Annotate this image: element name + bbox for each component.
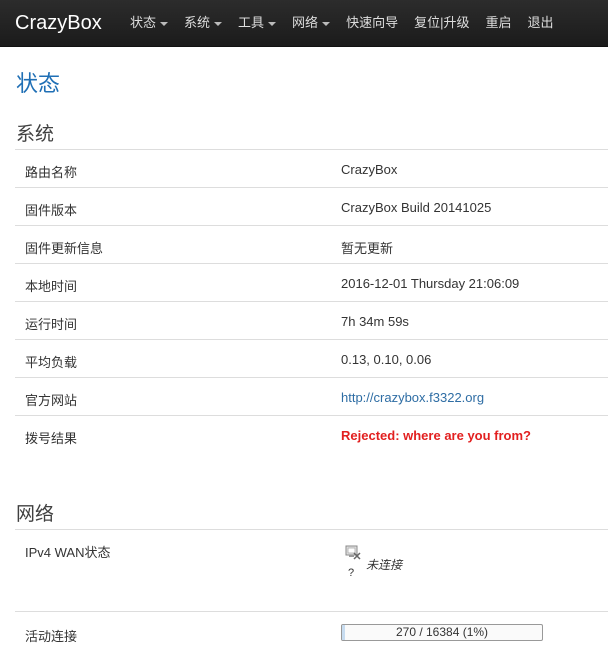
wan-icon-text: ? — [348, 567, 355, 579]
network-disconnected-icon — [345, 545, 361, 560]
row-label: 拨号结果 — [25, 431, 78, 446]
nav-item-network[interactable]: 网络 — [284, 0, 338, 46]
nav-item-system[interactable]: 系统 — [176, 0, 230, 46]
dial-result-alert: Rejected: where are you from? — [341, 428, 531, 443]
row-label: IPv4 WAN状态 — [25, 545, 111, 560]
nav-item-reset-upgrade[interactable]: 复位|升级 — [406, 0, 477, 46]
wan-status: 未连接 — [366, 558, 403, 572]
table-row: 固件版本 CrazyBox Build 20141025 — [15, 187, 608, 225]
row-value: 2016-12-01 Thursday 21:06:09 — [341, 276, 520, 291]
nav-item-reboot[interactable]: 重启 — [477, 0, 519, 46]
nav-item-logout[interactable]: 退出 — [519, 0, 561, 46]
caret-down-icon — [322, 21, 331, 26]
row-label: 路由名称 — [25, 165, 78, 180]
section-title-system: 系统 — [16, 124, 55, 145]
row-label: 官方网站 — [25, 393, 78, 408]
brand-logo[interactable]: CrazyBox — [15, 12, 102, 35]
caret-down-icon — [268, 21, 277, 26]
row-label: 活动连接 — [25, 629, 78, 644]
row-value: 暂无更新 — [341, 241, 394, 256]
table-row: 拨号结果 Rejected: where are you from? — [15, 415, 608, 453]
table-row: 活动连接 270 / 16384 (1%) — [15, 611, 608, 652]
row-label: 本地时间 — [25, 279, 78, 294]
row-value: CrazyBox — [341, 162, 398, 177]
table-row: 路由名称 CrazyBox — [15, 149, 608, 187]
table-row: 官方网站 http://crazybox.f3322.org — [15, 377, 608, 415]
nav-menu: 状态 系统 工具 网络 快速向导 复位|升级 重启 退出 — [122, 0, 562, 46]
table-row: 本地时间 2016-12-01 Thursday 21:06:09 — [15, 263, 608, 301]
caret-down-icon — [160, 21, 169, 26]
table-row: IPv4 WAN状态 ? 未连接 — [15, 529, 608, 611]
table-row: 运行时间 7h 34m 59s — [15, 301, 608, 339]
network-info-table: IPv4 WAN状态 ? 未连接 活动连接 270 / 16384 (1%) — [15, 529, 608, 652]
nav-item-tools[interactable]: 工具 — [230, 0, 284, 46]
table-row: 固件更新信息 暂无更新 — [15, 225, 608, 263]
active-connections-progress: 270 / 16384 (1%) — [341, 624, 543, 641]
row-value: 7h 34m 59s — [341, 314, 409, 329]
row-label: 固件更新信息 — [25, 241, 104, 256]
section-title-network: 网络 — [16, 504, 55, 525]
row-value: 0.13, 0.10, 0.06 — [341, 352, 432, 367]
nav-item-quick-wizard[interactable]: 快速向导 — [338, 0, 406, 46]
table-row: 平均负载 0.13, 0.10, 0.06 — [15, 339, 608, 377]
page-title: 状态 — [16, 71, 61, 96]
nav-item-status[interactable]: 状态 — [122, 0, 176, 46]
row-label: 固件版本 — [25, 203, 78, 218]
system-info-table: 路由名称 CrazyBox 固件版本 CrazyBox Build 201410… — [15, 149, 608, 453]
caret-down-icon — [214, 21, 223, 26]
row-label: 运行时间 — [25, 317, 78, 332]
navbar: CrazyBox 状态 系统 工具 网络 快速向导 复位|升级 重启 退出 — [0, 0, 608, 47]
official-website-link[interactable]: http://crazybox.f3322.org — [341, 390, 484, 405]
row-label: 平均负载 — [25, 355, 78, 370]
progress-text: 270 / 16384 (1%) — [395, 625, 489, 639]
row-value: CrazyBox Build 20141025 — [341, 200, 492, 215]
